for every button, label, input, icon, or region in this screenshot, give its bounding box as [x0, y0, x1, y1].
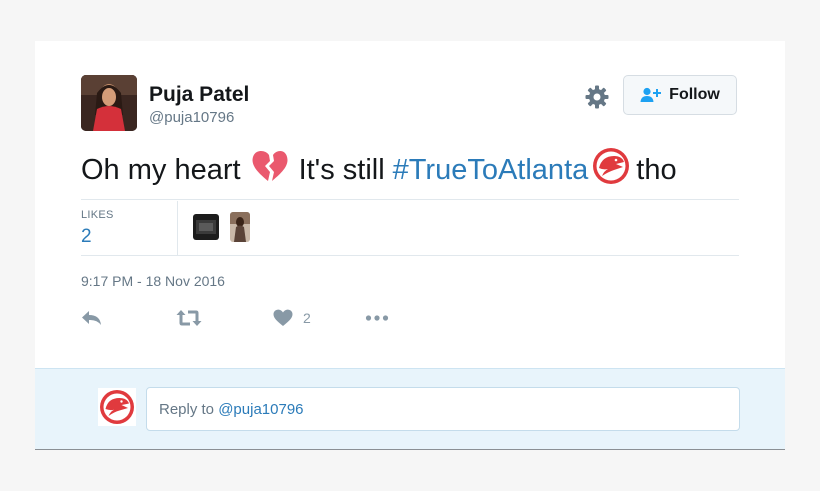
user-handle[interactable]: @puja10796 — [149, 109, 234, 126]
user-name[interactable]: Puja Patel — [149, 83, 249, 107]
user-avatar[interactable] — [81, 75, 137, 131]
liker-avatar[interactable] — [193, 214, 219, 240]
reply-icon — [82, 311, 101, 325]
follow-button[interactable]: Follow — [623, 75, 737, 115]
retweet-icon — [176, 310, 202, 326]
broken-heart-icon — [251, 150, 289, 190]
retweet-action[interactable] — [176, 309, 202, 327]
more-action[interactable] — [365, 309, 389, 327]
tweet-text-part2: It's still — [298, 153, 385, 186]
tweet-timestamp[interactable]: 9:17 PM - 18 Nov 2016 — [81, 273, 225, 289]
hawks-logo-icon — [592, 147, 630, 193]
heart-icon — [273, 309, 293, 326]
reply-prefix: Reply to — [159, 401, 219, 418]
tweet-text-part3: tho — [636, 153, 677, 186]
tweet-text: Oh my heart It's still #TrueToAtlanta th… — [81, 147, 677, 193]
likes-label: LIKES — [81, 209, 114, 221]
reply-input[interactable]: Reply to @puja10796 — [146, 387, 740, 431]
like-count: 2 — [303, 310, 311, 326]
reply-bar: Reply to @puja10796 — [35, 368, 785, 449]
divider — [81, 255, 739, 256]
hawks-logo-icon — [98, 388, 136, 426]
follow-person-icon — [640, 87, 662, 102]
reply-action[interactable] — [81, 309, 103, 327]
reply-mention: @puja10796 — [218, 401, 304, 418]
tweet-text-part1: Oh my heart — [81, 153, 241, 186]
likes-count[interactable]: 2 — [81, 226, 92, 248]
follow-button-label: Follow — [669, 86, 720, 103]
like-action[interactable]: 2 — [273, 309, 311, 327]
tweet-card: Puja Patel @puja10796 Follow Oh my heart… — [35, 41, 785, 450]
divider — [81, 199, 739, 200]
stats-divider — [177, 201, 178, 255]
more-icon — [365, 315, 389, 321]
hashtag-link[interactable]: #TrueToAtlanta — [393, 154, 589, 187]
liker-avatar[interactable] — [230, 212, 250, 242]
gear-icon[interactable] — [584, 84, 610, 110]
